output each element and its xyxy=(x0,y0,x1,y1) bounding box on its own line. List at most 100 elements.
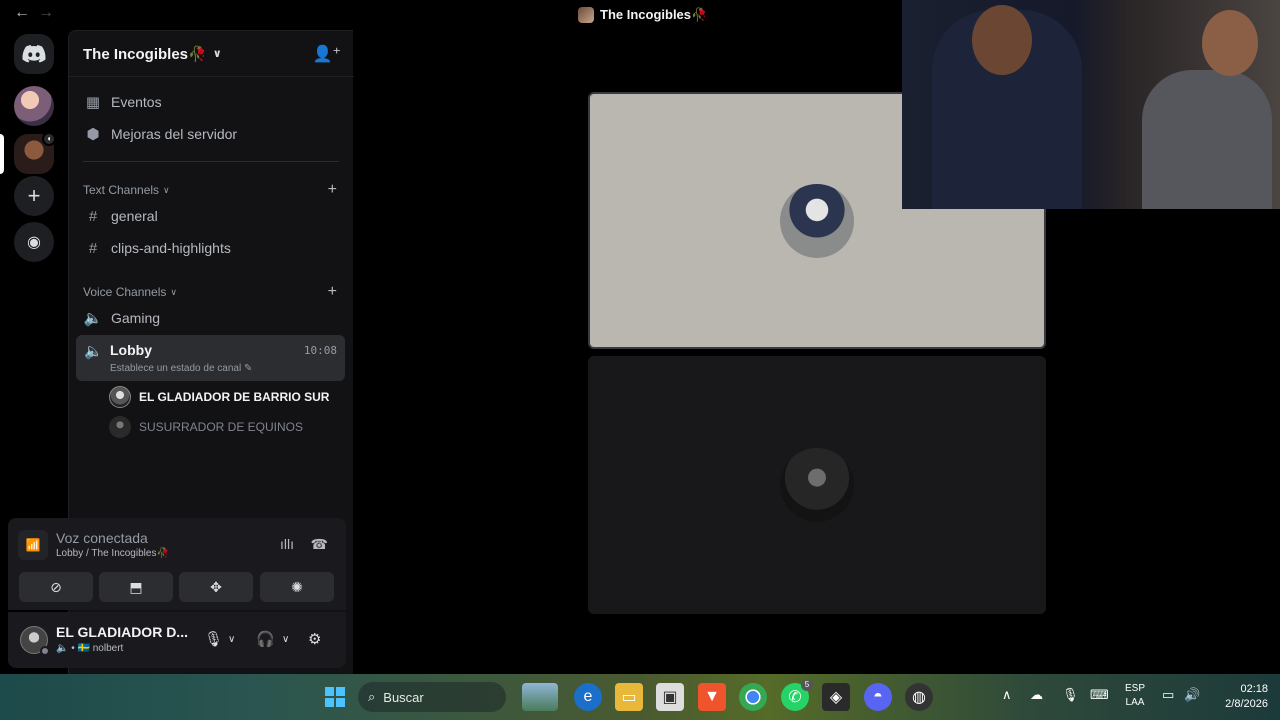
chevron-down-icon[interactable]: ∨ xyxy=(228,634,235,645)
volume-icon[interactable]: 🔊 xyxy=(1184,687,1200,703)
discord-home-button[interactable] xyxy=(14,34,54,74)
clock-time: 02:18 xyxy=(1240,683,1268,695)
language-indicator[interactable]: ESP LAA xyxy=(1122,682,1148,710)
user-panel: EL GLADIADOR D... 🔈 • 🇸🇪 nolbert 🎙 ∨ 🎧 ∨… xyxy=(8,612,346,668)
noise-suppression-icon[interactable]: ıllı xyxy=(280,536,294,552)
server-header[interactable]: The Incogibles🥀 ∨ xyxy=(69,31,354,77)
microphone-icon[interactable]: 🎙 xyxy=(204,630,223,648)
disconnect-icon[interactable]: ☎ xyxy=(311,536,328,553)
chevron-up-icon[interactable]: ∧ xyxy=(1002,687,1012,703)
avatar xyxy=(109,416,131,438)
hash-icon: # xyxy=(88,207,98,225)
invite-people-icon[interactable]: 👤⁺ xyxy=(313,44,341,64)
davinci-icon[interactable]: ◈ xyxy=(822,683,850,711)
network-icon[interactable]: ▭ xyxy=(1162,687,1174,703)
webcam-overlay xyxy=(902,0,1280,209)
channel-general[interactable]: # general xyxy=(77,201,345,231)
channel-lobby[interactable]: 🔈 Lobby 10:08 Establece un estado de can… xyxy=(76,335,345,381)
add-channel-icon[interactable]: + xyxy=(328,181,337,199)
category-label: Voice Channels xyxy=(83,285,167,299)
keyboard-icon[interactable]: ⌨ xyxy=(1090,687,1109,703)
signal-icon[interactable]: 📶 xyxy=(18,530,48,560)
edge-icon[interactable]: e xyxy=(574,683,602,711)
activities-icon: ✥ xyxy=(210,578,222,595)
speaker-icon: 🔈 xyxy=(84,343,103,360)
whatsapp-icon[interactable]: ✆ 5 xyxy=(781,679,813,711)
compass-icon: ◉ xyxy=(27,234,41,251)
channel-gaming[interactable]: 🔈 Gaming xyxy=(77,303,345,333)
category-label: Text Channels xyxy=(83,183,160,197)
explore-button[interactable]: ◉ xyxy=(14,222,54,262)
channel-label: Gaming xyxy=(111,310,161,326)
search-highlight-icon[interactable] xyxy=(522,683,558,711)
headphones-icon[interactable]: 🎧 xyxy=(256,630,275,648)
category-voice-channels[interactable]: Voice Channels ∨ + xyxy=(83,283,345,301)
channel-label: Lobby xyxy=(110,342,152,358)
soundboard-icon: ✺ xyxy=(291,578,303,595)
hash-icon: # xyxy=(88,239,98,257)
server-icon-1[interactable] xyxy=(14,86,54,126)
server-icon-incogibles[interactable]: ◖ xyxy=(14,132,56,174)
boost-icon: ⬢ xyxy=(86,126,100,143)
cloud-icon[interactable]: ☁ xyxy=(1030,687,1043,703)
avatar xyxy=(780,448,854,522)
search-icon: ⌕ xyxy=(368,689,376,704)
selected-server-indicator xyxy=(0,134,4,174)
status-indicator xyxy=(40,646,50,656)
soundboard-button[interactable]: ✺ xyxy=(260,572,334,602)
voice-status-title: Voz conectada xyxy=(56,530,148,546)
voice-user[interactable]: EL GLADIADOR DE BARRIO SUR xyxy=(109,384,345,410)
chrome-icon[interactable] xyxy=(739,683,767,711)
file-explorer-icon[interactable]: ▭ xyxy=(615,683,643,711)
speaker-icon: 🔈 xyxy=(83,310,103,327)
arrow-right-icon[interactable]: → xyxy=(38,4,54,22)
discord-icon xyxy=(22,45,46,63)
window-title: The Incogibles🥀 xyxy=(578,7,707,23)
person-head xyxy=(972,5,1032,75)
menu-item-mejoras[interactable]: ⬢ Mejoras del servidor xyxy=(77,119,345,149)
voice-user[interactable]: SUSURRADOR DE EQUINOS xyxy=(109,414,345,440)
search-label: Buscar xyxy=(383,689,424,705)
participant-tile[interactable] xyxy=(588,356,1046,614)
camera-button[interactable]: ⊘ xyxy=(19,572,93,602)
screen-share-button[interactable]: ⬒ xyxy=(99,572,173,602)
windows-icon xyxy=(325,687,345,707)
taskbar: ⌕ Buscar e ▭ ▣ ▼ ✆ 5 ◈ ◓ ◍ ∧ ☁ 🎙 ⌨ ESP LA… xyxy=(0,674,1280,720)
chevron-down-icon: ∨ xyxy=(212,48,222,60)
channel-label: clips-and-highlights xyxy=(111,240,231,256)
add-channel-icon[interactable]: + xyxy=(328,283,337,301)
menu-item-label: Eventos xyxy=(111,94,162,110)
channel-clips-and-highlights[interactable]: # clips-and-highlights xyxy=(77,233,345,263)
windows-start-button[interactable] xyxy=(321,683,349,711)
arrow-left-icon[interactable]: ← xyxy=(14,4,30,22)
channel-timer: 10:08 xyxy=(303,344,337,357)
notification-badge: 5 xyxy=(801,679,813,691)
voice-user-name: SUSURRADOR DE EQUINOS xyxy=(139,420,304,434)
discord-window: ← → The Incogibles🥀 ◖ + ◉ The Incogibles… xyxy=(0,0,1280,720)
category-text-channels[interactable]: Text Channels ∨ + xyxy=(83,181,345,199)
avatar xyxy=(109,386,131,408)
gear-icon[interactable]: ⚙ xyxy=(308,630,321,648)
voice-status-subtitle[interactable]: Lobby / The Incogibles🥀 xyxy=(56,548,169,559)
keyboard-layout: LAA xyxy=(1125,697,1145,708)
microphone-icon[interactable]: 🎙 xyxy=(1062,687,1079,703)
store-icon[interactable]: ▣ xyxy=(656,683,684,711)
taskbar-search[interactable]: ⌕ Buscar xyxy=(358,682,506,712)
system-clock[interactable]: 02:18 2/8/2026 xyxy=(1208,682,1268,712)
activities-button[interactable]: ✥ xyxy=(179,572,253,602)
user-name[interactable]: EL GLADIADOR D... xyxy=(56,624,188,640)
pencil-icon: ✎ xyxy=(244,363,253,374)
window-title-text: The Incogibles🥀 xyxy=(600,7,708,22)
avatar xyxy=(780,183,854,258)
obs-icon[interactable]: ◍ xyxy=(905,683,933,711)
brave-icon[interactable]: ▼ xyxy=(698,683,726,711)
user-subtitle: 🔈 • 🇸🇪 nolbert xyxy=(56,643,124,654)
menu-item-eventos[interactable]: ▦ Eventos xyxy=(77,87,345,117)
voice-connected-panel: 📶 Voz conectada Lobby / The Incogibles🥀 … xyxy=(8,518,346,610)
person-figure xyxy=(1142,70,1272,209)
channel-status-link[interactable]: Establece un estado de canal ✎ xyxy=(110,363,252,374)
discord-icon[interactable]: ◓ xyxy=(864,683,892,711)
plus-icon: + xyxy=(27,183,41,208)
chevron-down-icon[interactable]: ∨ xyxy=(282,634,289,645)
add-server-button[interactable]: + xyxy=(14,176,54,216)
